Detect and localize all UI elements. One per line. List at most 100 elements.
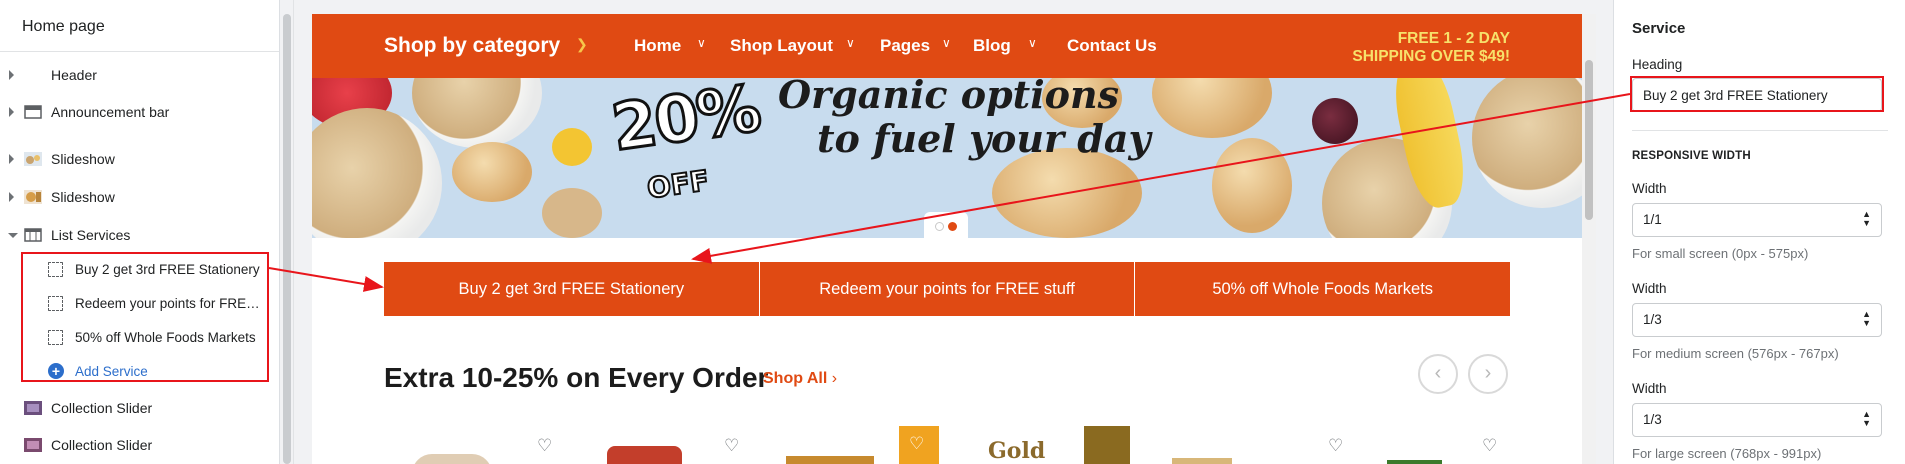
select-arrows-icon: ▲ ▼ [1862, 409, 1871, 428]
panel-title: Service [1632, 20, 1686, 37]
nav-link-blog[interactable]: Blog [973, 36, 1011, 56]
product-image-badge[interactable]: ♡ [899, 426, 939, 464]
carousel-prev-button[interactable]: ‹ [1418, 354, 1458, 394]
product-image[interactable] [412, 454, 492, 464]
heading-input[interactable]: Buy 2 get 3rd FREE Stationery [1632, 78, 1882, 112]
sections-sidebar: Home page Header Announcement bar Slides… [0, 0, 280, 464]
service-item[interactable]: 50% off Whole Foods Markets [1135, 262, 1511, 316]
select-value: 1/3 [1643, 312, 1662, 327]
shipping-promo-line2: SHIPPING OVER $49! [1352, 48, 1510, 65]
cereal-bowl-image [1472, 78, 1582, 208]
responsive-width-heading: RESPONSIVE WIDTH [1632, 150, 1751, 162]
product-image[interactable] [1172, 458, 1232, 464]
section-slideshow[interactable]: Slideshow [0, 182, 280, 212]
block-dashed-icon [48, 295, 63, 311]
collection-thumbnail-icon [24, 438, 42, 452]
scrollbar-thumb[interactable] [283, 14, 291, 464]
section-slideshow[interactable]: Slideshow [0, 144, 280, 174]
product-image[interactable] [1387, 460, 1442, 464]
expand-caret-icon[interactable] [9, 154, 14, 164]
shipping-promo-line1: FREE 1 - 2 DAY [1397, 30, 1510, 47]
discount-off-text: OFF [644, 163, 712, 206]
width-select-large[interactable]: 1/3 ▲ ▼ [1632, 403, 1882, 437]
wishlist-heart-icon[interactable]: ♡ [909, 434, 924, 454]
collection-thumbnail-icon [24, 401, 42, 415]
section-announcement-bar[interactable]: Announcement bar [0, 97, 280, 127]
service-block-item[interactable]: 50% off Whole Foods Markets [0, 322, 280, 352]
section-label: Slideshow [51, 189, 115, 205]
lemon-image [552, 128, 592, 166]
chevron-right-icon: › [1484, 362, 1492, 384]
product-image[interactable] [1084, 426, 1130, 464]
chevron-left-icon: ‹ [1434, 362, 1442, 384]
service-block-item[interactable]: Redeem your points for FREE stuff [0, 288, 280, 318]
collapse-caret-icon[interactable] [8, 232, 18, 238]
slideshow-thumbnail-icon [24, 152, 42, 166]
wishlist-heart-icon[interactable]: ♡ [1328, 436, 1343, 456]
announcement-bar-icon [24, 105, 42, 119]
wishlist-heart-icon[interactable]: ♡ [1482, 436, 1497, 456]
section-collection-slider[interactable]: Collection Slider [0, 393, 280, 423]
banner-headline-line1: Organic options [778, 78, 1120, 117]
wishlist-heart-icon[interactable]: ♡ [724, 436, 739, 456]
list-services-bar: Buy 2 get 3rd FREE Stationery Redeem you… [384, 262, 1511, 316]
shop-all-label: Shop All [763, 370, 828, 387]
chevron-right-icon: › [831, 370, 838, 387]
service-item[interactable]: Redeem your points for FREE stuff [759, 262, 1136, 316]
shop-by-category-menu[interactable]: Shop by category [384, 34, 560, 58]
expand-caret-icon[interactable] [9, 70, 14, 80]
chevron-down-icon: ∨ [1028, 36, 1037, 50]
width-help-text: For large screen (768px - 991px) [1632, 446, 1822, 461]
slideshow-thumbnail-icon [24, 190, 42, 204]
slide-dot-2-active[interactable] [948, 222, 957, 231]
sidebar-scrollbar[interactable] [280, 0, 294, 464]
heading-label: Heading [1632, 57, 1683, 72]
block-dashed-icon [48, 261, 63, 277]
width-label: Width [1632, 381, 1667, 396]
product-image[interactable] [786, 456, 874, 464]
width-select-small[interactable]: 1/1 ▲ ▼ [1632, 203, 1882, 237]
expand-caret-icon[interactable] [9, 107, 14, 117]
service-block-label: Redeem your points for FREE stuff [75, 295, 268, 311]
product-image[interactable] [607, 446, 682, 464]
select-arrows-icon: ▲ ▼ [1862, 309, 1871, 328]
scrollbar-thumb[interactable] [1585, 60, 1593, 220]
slide-dot-1[interactable] [935, 222, 944, 231]
width-help-text: For medium screen (576px - 767px) [1632, 346, 1839, 361]
section-list-services[interactable]: List Services [0, 220, 280, 250]
nav-link-contact-us[interactable]: Contact Us [1067, 36, 1157, 56]
width-select-medium[interactable]: 1/3 ▲ ▼ [1632, 303, 1882, 337]
nav-link-shop-layout[interactable]: Shop Layout [730, 36, 833, 56]
divider [1632, 130, 1888, 131]
nav-link-home[interactable]: Home [634, 36, 681, 56]
shipping-promo: FREE 1 - 2 DAY SHIPPING OVER $49! [1352, 30, 1510, 66]
service-block-label: 50% off Whole Foods Markets [75, 329, 256, 345]
select-arrows-icon: ▲ ▼ [1862, 209, 1871, 228]
plum-image [1312, 98, 1358, 144]
width-label: Width [1632, 281, 1667, 296]
cereal-bowl-image [312, 108, 442, 238]
shop-all-link[interactable]: Shop All › [763, 370, 837, 388]
section-header[interactable]: Header [0, 60, 280, 90]
select-value: 1/1 [1643, 212, 1662, 227]
editor-root: Home page Header Announcement bar Slides… [0, 0, 1905, 464]
add-service-button[interactable]: + Add Service [0, 356, 280, 386]
block-dashed-icon [48, 329, 63, 345]
section-collection-slider[interactable]: Collection Slider [0, 430, 280, 460]
expand-caret-icon[interactable] [9, 192, 14, 202]
nav-link-pages[interactable]: Pages [880, 36, 930, 56]
section-label: Collection Slider [51, 437, 153, 453]
service-block-item[interactable]: Buy 2 get 3rd FREE Stationery [0, 254, 280, 284]
product-image[interactable]: Gold [972, 428, 1072, 464]
bread-image [992, 148, 1142, 238]
sidebar-title: Home page [0, 0, 279, 52]
chevron-down-icon: ∨ [697, 36, 706, 50]
bread-roll-image [1212, 138, 1292, 233]
cereal-bowl-image [412, 78, 542, 148]
service-item[interactable]: Buy 2 get 3rd FREE Stationery [384, 262, 760, 316]
preview-scrollbar[interactable] [1582, 14, 1596, 464]
product-brand-text: Gold [988, 438, 1046, 464]
carousel-next-button[interactable]: › [1468, 354, 1508, 394]
list-services-icon [24, 228, 42, 242]
wishlist-heart-icon[interactable]: ♡ [537, 436, 552, 456]
